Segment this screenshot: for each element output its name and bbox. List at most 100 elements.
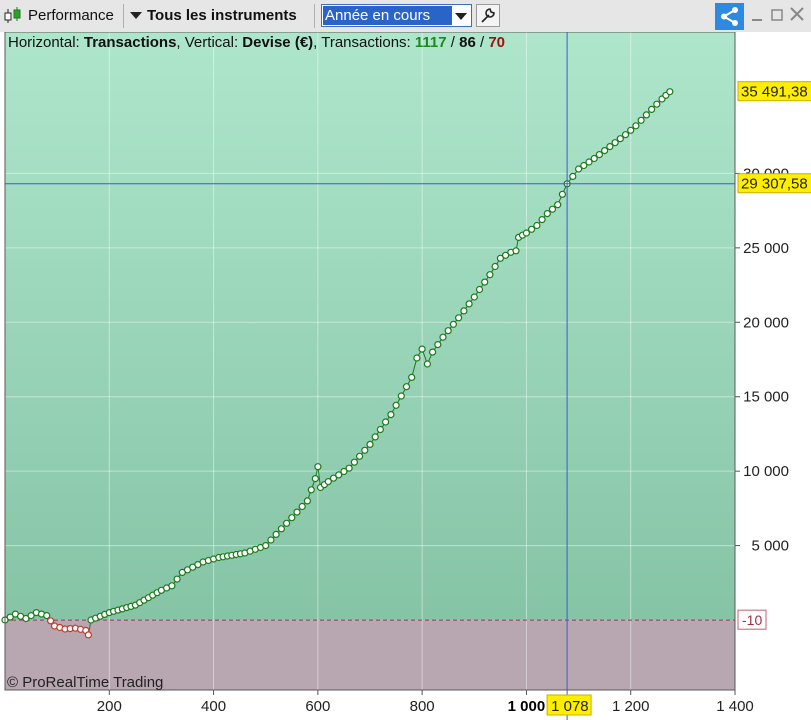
equity-chart[interactable]: 5 00010 00015 00020 00025 00030 000 2004… — [0, 32, 811, 720]
separator-text: / — [476, 34, 489, 51]
performance-tab[interactable]: Performance — [28, 7, 114, 24]
last-value-label: 35 491,38 — [741, 84, 808, 101]
trade-marker — [527, 225, 536, 233]
x-tick-label: 1 400 — [716, 698, 754, 715]
trade-marker — [387, 411, 395, 419]
transactions-third: 70 — [488, 34, 505, 51]
watermark: © ProRealTime Trading — [7, 674, 163, 691]
wrench-icon[interactable] — [476, 4, 500, 27]
trade-marker — [173, 575, 181, 583]
trade-marker — [361, 446, 369, 454]
trade-marker — [262, 541, 270, 550]
share-icon[interactable] — [715, 3, 744, 30]
trade-marker — [621, 131, 630, 139]
trade-marker — [538, 216, 546, 224]
trade-marker — [418, 345, 426, 353]
trade-marker — [429, 348, 437, 356]
trade-marker — [371, 433, 379, 441]
transactions-prefix: , Transactions: — [313, 34, 415, 51]
trade-marker — [460, 307, 468, 315]
trade-marker — [632, 122, 640, 130]
trade-marker — [455, 314, 463, 322]
trade-marker — [569, 172, 577, 180]
trade-marker — [666, 88, 674, 96]
separator-text: / — [447, 34, 460, 51]
trade-marker — [554, 201, 562, 209]
trade-marker — [595, 150, 604, 159]
trade-marker — [84, 631, 93, 639]
trade-marker — [366, 440, 374, 448]
trade-marker — [382, 418, 390, 426]
baseline-tag: -10 — [737, 609, 767, 630]
trade-marker — [356, 452, 364, 460]
trade-marker — [350, 458, 358, 466]
trade-marker — [449, 320, 457, 328]
chart-header: Horizontal: Transactions, Vertical: Devi… — [8, 34, 505, 51]
y-tick-label: 10 000 — [743, 463, 789, 480]
trade-marker — [481, 278, 489, 286]
trade-marker — [475, 285, 484, 294]
y-tick-label: 25 000 — [743, 240, 789, 257]
x-tick-label: 200 — [97, 698, 122, 715]
trade-marker — [307, 486, 315, 494]
trade-marker — [272, 530, 280, 538]
y-tick-label: 20 000 — [743, 314, 789, 331]
maximize-icon[interactable] — [771, 8, 783, 21]
trade-marker — [303, 497, 311, 505]
trade-marker — [168, 582, 176, 590]
x-tick-label: 1 200 — [612, 698, 650, 715]
separator — [314, 4, 315, 28]
trade-marker — [439, 333, 447, 341]
trade-marker — [647, 105, 656, 114]
candlestick-icon — [3, 7, 25, 25]
toolbar: Performance Tous les instruments Année e… — [0, 0, 811, 33]
trade-marker — [267, 536, 275, 544]
transactions-second: 86 — [459, 34, 476, 51]
instruments-dropdown[interactable]: Tous les instruments — [147, 7, 297, 24]
vertical-prefix: , Vertical: — [176, 34, 242, 51]
separator — [123, 4, 124, 28]
trade-marker — [653, 100, 661, 108]
trade-marker — [402, 383, 411, 391]
trade-marker — [444, 327, 452, 335]
horizontal-prefix: Horizontal: — [8, 34, 84, 51]
x-tick-label: 600 — [305, 698, 330, 715]
transactions-total: 1117 — [415, 34, 447, 51]
trade-marker — [397, 392, 405, 400]
trade-marker — [616, 135, 624, 143]
trade-marker — [627, 126, 635, 134]
period-select[interactable]: Année en cours — [321, 4, 472, 27]
vertical-value: Devise (€) — [242, 34, 313, 51]
chevron-down-icon[interactable] — [130, 12, 142, 19]
gain-region — [5, 32, 735, 621]
horizontal-value: Transactions — [84, 34, 177, 51]
trade-marker — [470, 293, 478, 301]
trade-marker — [543, 210, 551, 218]
trade-marker — [293, 508, 301, 516]
trade-marker — [434, 341, 442, 349]
trade-marker — [533, 221, 541, 230]
trade-marker — [288, 514, 296, 522]
baseline-label: -10 — [742, 612, 762, 628]
last-value-tag: 35 491,38 — [737, 81, 811, 102]
x-tick-label: 400 — [201, 698, 226, 715]
trade-marker — [298, 502, 306, 511]
trade-marker — [465, 300, 473, 308]
y-tick-label: 5 000 — [751, 538, 789, 555]
close-icon[interactable] — [789, 6, 805, 22]
trade-marker — [392, 401, 400, 409]
trade-marker — [491, 262, 499, 271]
minimize-icon[interactable] — [751, 8, 763, 22]
trade-marker — [423, 360, 431, 368]
trade-marker — [345, 464, 353, 472]
crosshair-x-label: 1 078 — [551, 698, 589, 715]
trade-marker — [642, 111, 651, 119]
chevron-down-icon[interactable] — [451, 5, 471, 26]
trade-marker — [512, 247, 520, 255]
crosshair-x-tag: 1 078 — [546, 694, 592, 716]
trade-marker — [548, 205, 557, 213]
trade-marker — [311, 475, 319, 483]
trade-marker — [314, 463, 322, 471]
trade-marker — [277, 525, 285, 533]
period-select-value[interactable]: Année en cours — [323, 6, 452, 25]
